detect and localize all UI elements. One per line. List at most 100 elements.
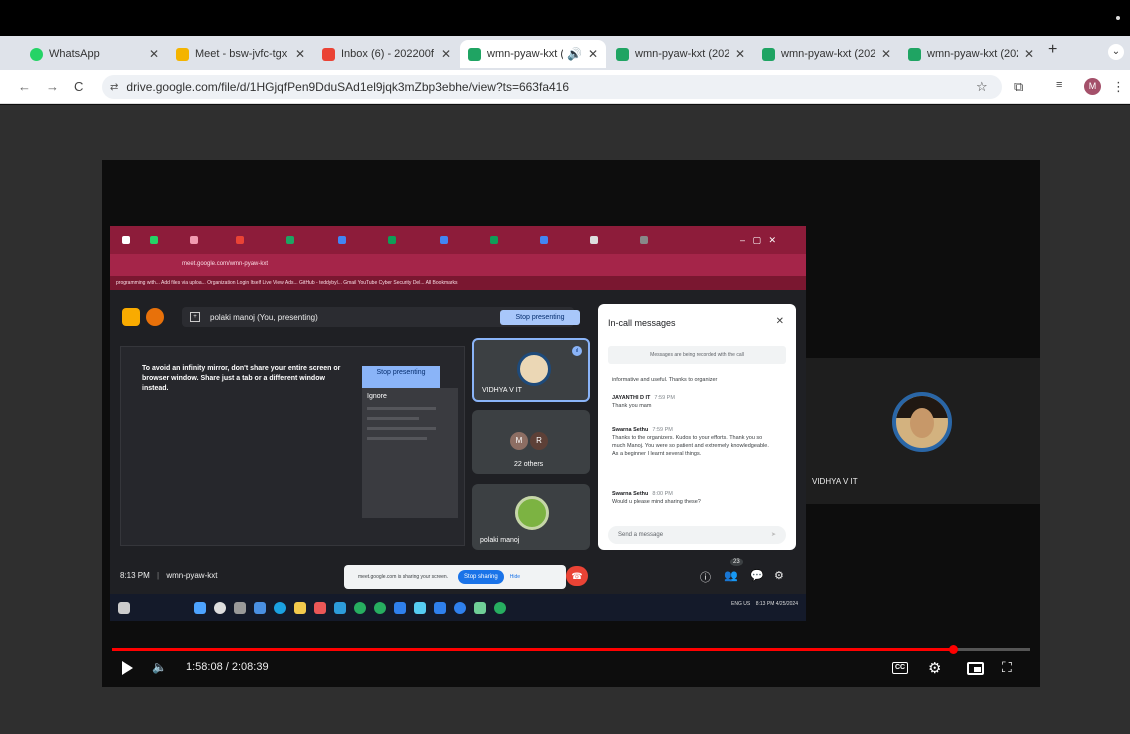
- progress-knob[interactable]: [949, 645, 958, 654]
- url-field[interactable]: ⇄ drive.google.com/file/d/1HGjqfPen9DduS…: [102, 75, 1002, 99]
- participant-avatar: [517, 352, 551, 386]
- chat-sender: Swarna Sethu: [612, 427, 649, 433]
- search-icon: [214, 602, 226, 614]
- tab-gmail[interactable]: Inbox (6) - 202200f… ✕: [314, 40, 459, 68]
- bookmark-star-icon[interactable]: ☆: [976, 79, 988, 95]
- google-drive-icon: [176, 47, 189, 61]
- tray-lang: ENG US: [731, 601, 751, 607]
- tab-search-icon[interactable]: ⌄: [1108, 44, 1124, 60]
- google-drive-icon: [762, 47, 775, 61]
- profile-avatar[interactable]: M: [1084, 78, 1101, 95]
- clock-time: 8:13 PM: [120, 571, 150, 580]
- tab-whatsapp[interactable]: WhatsApp ✕: [22, 40, 167, 68]
- inner-tab: [122, 233, 133, 247]
- inner-tab: [490, 233, 501, 247]
- fullscreen-icon[interactable]: ⛶: [1002, 659, 1012, 676]
- google-drive-icon: [468, 47, 481, 61]
- placeholder-line: [367, 407, 436, 410]
- close-icon[interactable]: ✕: [441, 47, 451, 61]
- inner-tab: [286, 233, 297, 247]
- chat-message: JAYANTHI D IT 7:59 PM Thank you mam: [612, 394, 772, 410]
- miniplayer-icon[interactable]: [967, 662, 984, 675]
- inner-bookmarks-bar: programming with... Add files via uploa.…: [110, 276, 806, 290]
- tab-title: wmn-pyaw-kxt (202: [927, 48, 1018, 60]
- tab-title: wmn-pyaw-kxt (202: [635, 48, 729, 60]
- close-icon[interactable]: ✕: [149, 47, 159, 61]
- inner-tab-icon: [440, 236, 448, 244]
- inner-tab: [338, 233, 349, 247]
- tab-wmn-2[interactable]: wmn-pyaw-kxt (202 ✕: [608, 40, 753, 68]
- chat-message: Swarna Sethu 7:59 PM Thanks to the organi…: [612, 426, 772, 458]
- tab-wmn-3[interactable]: wmn-pyaw-kxt (202 ✕: [754, 40, 899, 68]
- taskbar-app-icon: [234, 602, 246, 614]
- captions-button[interactable]: CC: [892, 662, 908, 674]
- close-icon: ✕: [775, 316, 784, 327]
- present-icon: +: [190, 312, 200, 322]
- play-icon[interactable]: [122, 661, 133, 675]
- inner-tab-strip: – ▢ ✕: [110, 226, 806, 254]
- tab-wmn-4[interactable]: wmn-pyaw-kxt (202 ✕: [900, 40, 1042, 68]
- close-icon[interactable]: ✕: [735, 47, 745, 61]
- placeholder-line: [367, 417, 419, 420]
- tab-meet[interactable]: Meet - bsw-jvfc-tgx ✕: [168, 40, 313, 68]
- chrome-icon: [494, 602, 506, 614]
- chat-sender: Swarna Sethu: [612, 491, 649, 497]
- end-call-icon: ☎: [566, 566, 588, 586]
- edge-icon: [274, 602, 286, 614]
- close-icon[interactable]: ✕: [881, 47, 891, 61]
- url-text: drive.google.com/file/d/1HGjqfPen9DduSAd…: [126, 80, 570, 94]
- people-icon: 👥: [724, 570, 738, 582]
- close-icon[interactable]: ✕: [588, 47, 598, 61]
- site-settings-icon[interactable]: ⇄: [110, 82, 118, 93]
- close-icon[interactable]: ✕: [1024, 47, 1034, 61]
- chat-message: Swarna Sethu 8:00 PM Would u please mind …: [612, 490, 772, 506]
- chat-recording-notice: Messages are being recorded with the cal…: [608, 346, 786, 364]
- chat-sender: JAYANTHI D IT: [612, 395, 651, 401]
- presenting-label: polaki manoj (You, presenting): [210, 312, 318, 322]
- chrome-icon: [374, 602, 386, 614]
- chat-time: 8:00 PM: [652, 491, 673, 497]
- inner-tab: [150, 233, 161, 247]
- taskbar-app-icon: [314, 602, 326, 614]
- whatsapp-icon: [150, 236, 158, 244]
- placeholder-line: [367, 437, 428, 440]
- taskbar-app-icon: [414, 602, 426, 614]
- taskbar-app-icon: [454, 602, 466, 614]
- system-tray: ENG US 8:13 PM 4/25/2024: [731, 601, 798, 607]
- chrome-icon: [354, 602, 366, 614]
- meeting-code: wmn-pyaw-kxt: [166, 571, 218, 580]
- task-view-icon: [118, 602, 130, 614]
- google-drive-icon: [616, 47, 629, 61]
- participant-tile-vidhya: ıl VIDHYA V IT: [472, 338, 590, 402]
- inner-tab-icon: [286, 236, 294, 244]
- forward-icon[interactable]: →: [46, 79, 59, 94]
- chat-message: informative and useful. Thanks to organi…: [612, 376, 772, 384]
- back-icon[interactable]: ←: [18, 79, 31, 94]
- stop-presenting-button: Stop presenting: [500, 310, 580, 325]
- menu-icon[interactable]: ⋮: [1112, 79, 1125, 95]
- gmail-icon: [322, 47, 335, 61]
- chat-time: 7:59 PM: [654, 395, 675, 401]
- chat-message-text: Thank you mam: [612, 403, 652, 409]
- participant-tile-manoj: polaki manoj: [472, 484, 590, 550]
- stop-sharing-button: Stop sharing: [458, 570, 504, 584]
- audio-icon[interactable]: 🔊: [567, 47, 582, 61]
- progress-fill: [112, 648, 953, 651]
- video-progress-bar[interactable]: [112, 645, 1030, 654]
- extensions-icon[interactable]: ⧉: [1014, 79, 1023, 95]
- inner-tab: [590, 233, 601, 247]
- inner-tab: [640, 233, 651, 247]
- settings-gear-icon[interactable]: ⚙: [928, 659, 941, 677]
- close-icon[interactable]: ✕: [295, 47, 305, 61]
- reload-icon[interactable]: C: [74, 79, 83, 94]
- mirror-stop-presenting: Stop presenting: [362, 366, 440, 388]
- tab-title: wmn-pyaw-kxt (202: [781, 48, 875, 60]
- media-icon[interactable]: ≡: [1056, 79, 1062, 91]
- new-tab-button[interactable]: +: [1048, 41, 1057, 59]
- chat-message-text: Thanks to the organizers. Kudos to your …: [612, 435, 769, 457]
- info-icon: ⓘ: [700, 572, 711, 584]
- tray-time: 8:13 PM: [755, 601, 775, 607]
- inner-tab-icon: [540, 236, 548, 244]
- volume-icon[interactable]: 🔈: [152, 660, 167, 674]
- tab-wmn-active[interactable]: wmn-pyaw-kxt (2 🔊 ✕: [460, 40, 606, 68]
